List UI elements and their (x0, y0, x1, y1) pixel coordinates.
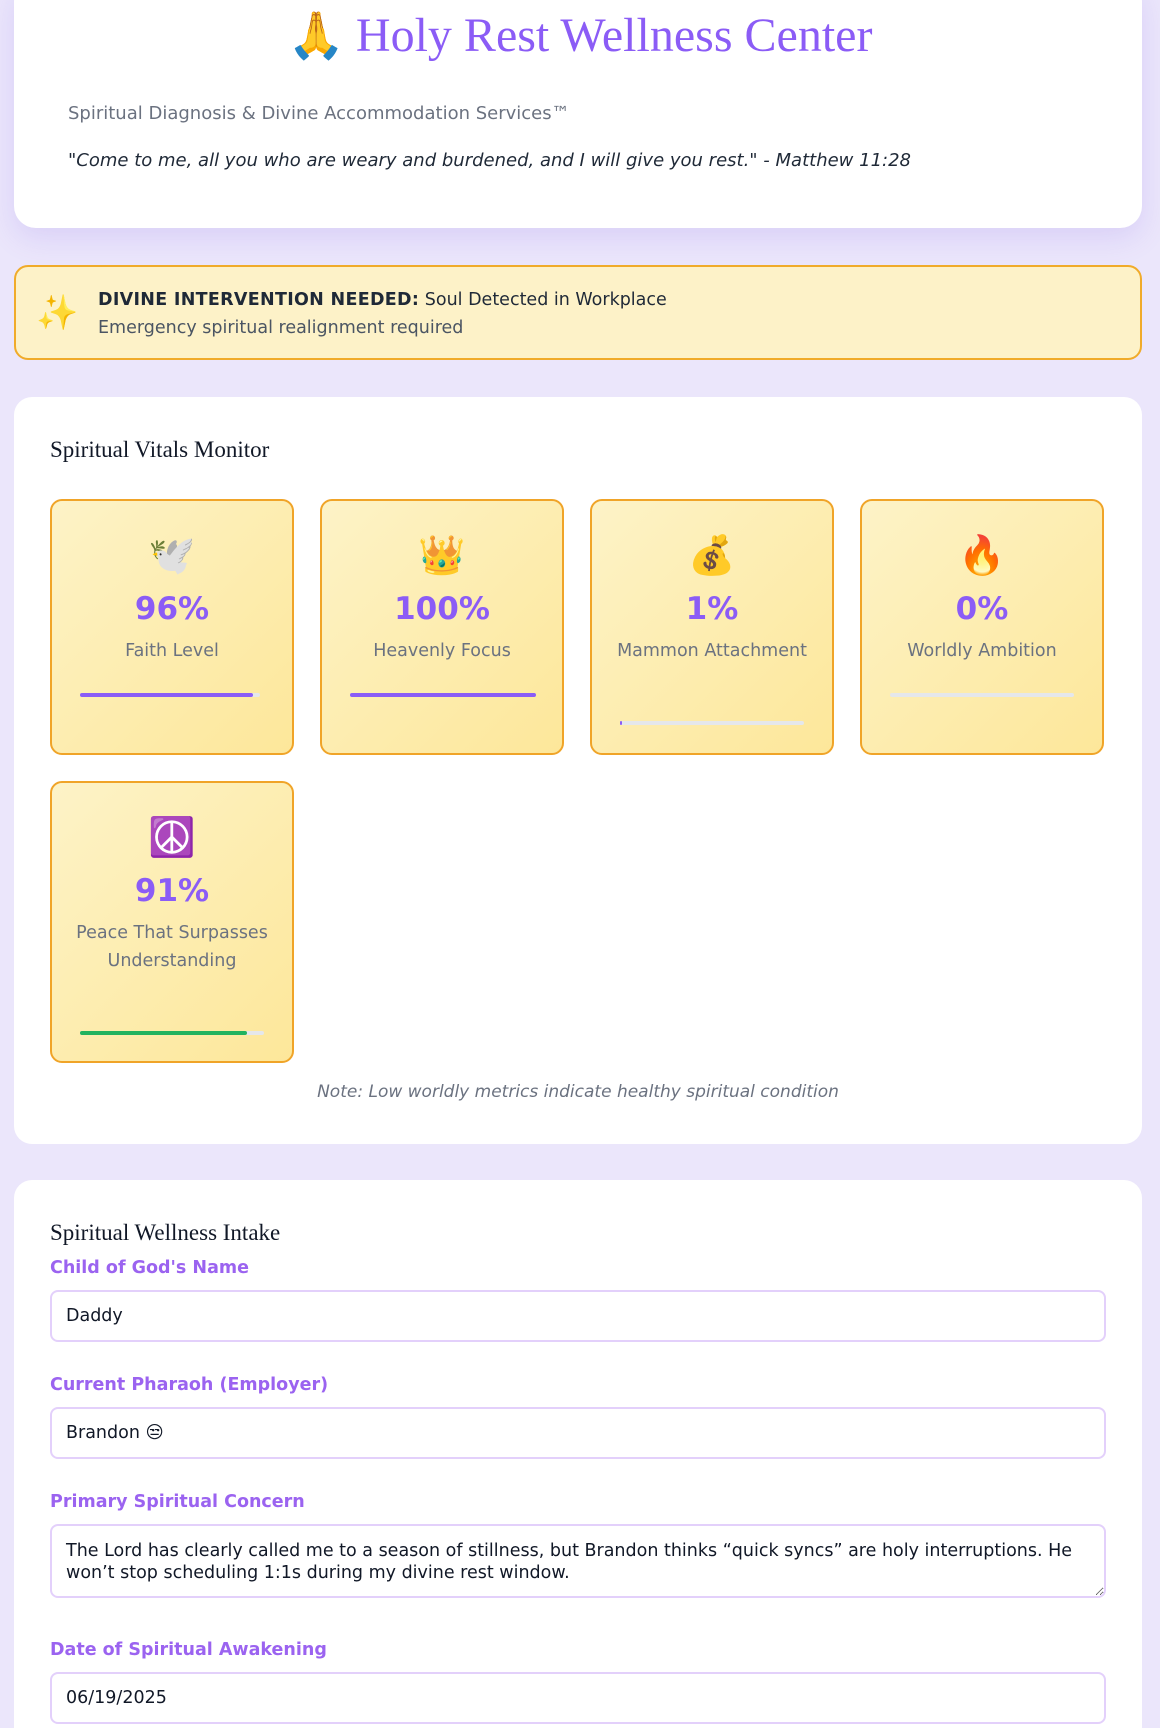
date-field-label: Date of Spiritual Awakening (50, 1640, 327, 1660)
app-title: Holy Rest Wellness Center (355, 9, 873, 62)
employer-field-label: Current Pharaoh (Employer) (50, 1375, 329, 1395)
vitals-note: Note: Low worldly metrics indicate healt… (317, 1082, 839, 1102)
alert-heading: DIVINE INTERVENTION NEEDED: (98, 290, 420, 310)
metric-progress-track (620, 721, 804, 725)
metric-progress-track (80, 693, 260, 697)
alert-message-line: DIVINE INTERVENTION NEEDED: Soul Detecte… (98, 290, 667, 310)
vitals-card: Spiritual Vitals Monitor 🕊️ 96% Faith Leve… (14, 397, 1142, 1144)
header-verse: "Come to me, all you who are weary and b… (68, 150, 912, 171)
metric-icon: 🔥 (958, 533, 1006, 577)
concern-textarea[interactable]: The Lord has clearly called me to a seas… (50, 1524, 1106, 1598)
employer-input[interactable] (50, 1407, 1106, 1459)
metric-card: 💰 1% Mammon Attachment (590, 499, 834, 755)
vitals-title: Spiritual Vitals Monitor (50, 437, 270, 462)
metric-card: ☮️ 91% Peace That Surpasses Understanding (50, 781, 294, 1063)
metric-card: 🕊️ 96% Faith Level (50, 499, 294, 755)
metric-icon: 🕊️ (148, 533, 196, 577)
metric-label: Peace That Surpasses Understanding (76, 923, 268, 971)
metric-label: Mammon Attachment (617, 641, 807, 661)
alert-detail: Emergency spiritual realignment required (98, 318, 464, 338)
name-field-label: Child of God's Name (50, 1258, 249, 1278)
metric-icon: 💰 (688, 533, 736, 577)
metric-progress-track (80, 1031, 264, 1035)
metric-label: Heavenly Focus (373, 641, 511, 661)
metric-value: 96% (134, 591, 210, 627)
metric-progress-track (350, 693, 536, 697)
metric-progress-fill (80, 1031, 248, 1035)
metric-progress-track (890, 693, 1074, 697)
metric-progress-fill (350, 693, 536, 697)
metric-progress-fill (80, 693, 253, 697)
name-input[interactable] (50, 1290, 1106, 1342)
awakening-date-input[interactable] (50, 1672, 1106, 1724)
metric-value: 91% (134, 873, 210, 909)
metric-label: Worldly Ambition (907, 641, 1057, 661)
divine-intervention-alert: ✨ DIVINE INTERVENTION NEEDED: Soul Detec… (14, 265, 1142, 360)
intake-title: Spiritual Wellness Intake (50, 1220, 281, 1245)
metric-value: 100% (394, 591, 490, 627)
metric-icon: 👑 (418, 533, 466, 577)
page: 🙏 Holy Rest Wellness Center Spiritual Di… (0, 0, 1160, 1728)
sparkles-icon: ✨ (36, 293, 79, 333)
metric-card: 🔥 0% Worldly Ambition (860, 499, 1104, 755)
concern-field-label: Primary Spiritual Concern (50, 1492, 305, 1512)
metric-value: 0% (955, 591, 1009, 627)
metric-icon: ☮️ (148, 815, 196, 859)
metric-progress-fill (620, 721, 622, 725)
alert-message: Soul Detected in Workplace (419, 290, 667, 310)
intake-form-card: Spiritual Wellness Intake Child of God's… (14, 1180, 1142, 1728)
metric-value: 1% (685, 591, 739, 627)
header-subtitle: Spiritual Diagnosis & Divine Accommodati… (68, 103, 570, 124)
page-title: 🙏 Holy Rest Wellness Center (0, 8, 1160, 63)
metric-card: 👑 100% Heavenly Focus (320, 499, 564, 755)
folded-hands-icon: 🙏 (287, 8, 345, 62)
metric-label: Faith Level (125, 641, 219, 661)
